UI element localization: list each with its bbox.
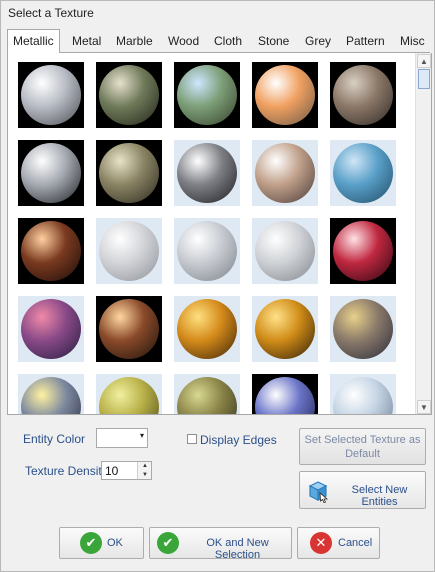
texture-thumbnail-frosted-silver-sphere[interactable] — [96, 218, 162, 284]
tab-misc[interactable]: Misc — [397, 32, 428, 53]
texture-thumbnail-mirror-chrome-sphere[interactable] — [18, 140, 84, 206]
display-edges-label: Display Edges — [200, 433, 277, 447]
cancel-button[interactable]: ✕ Cancel — [297, 527, 380, 559]
studio-orange-sphere — [255, 65, 315, 125]
scroll-thumb[interactable] — [418, 69, 430, 89]
check-icon: ✔ — [80, 532, 102, 554]
spin-down-icon[interactable]: ▼ — [138, 471, 152, 479]
texture-thumbnail-sky-landscape-sphere[interactable] — [174, 62, 240, 128]
tab-wood[interactable]: Wood — [165, 32, 202, 53]
red-horizon-sphere — [333, 221, 393, 281]
chevron-down-icon: ▾ — [139, 431, 144, 440]
tab-metal[interactable]: Metal — [69, 32, 104, 53]
tab-metallic[interactable]: Metallic — [7, 29, 60, 54]
olive-dark-sphere — [177, 377, 237, 414]
golden-sunset-sphere — [177, 299, 237, 359]
city-night-sphere — [99, 299, 159, 359]
texture-tab-bar: Metallic Metal Marble Wood Cloth Stone G… — [7, 29, 430, 54]
entity-color-dropdown[interactable]: ▾ — [96, 428, 148, 448]
display-edges-checkbox[interactable] — [187, 434, 197, 444]
vertical-scrollbar[interactable]: ▲ ▼ — [415, 53, 431, 414]
polished-silver-sphere — [177, 221, 237, 281]
scroll-up-arrow[interactable]: ▲ — [417, 54, 431, 68]
texture-thumbnail-polished-silver-sphere[interactable] — [174, 218, 240, 284]
texture-thumbnail-city-night-sphere[interactable] — [96, 296, 162, 362]
texture-thumbnail-night-glow-sphere[interactable] — [252, 374, 318, 414]
purple-pink-sphere — [21, 299, 81, 359]
texture-thumbnail-warm-room-sphere[interactable] — [96, 140, 162, 206]
dark-room-sphere — [333, 65, 393, 125]
gold-skyline-sphere — [255, 299, 315, 359]
entity-color-label: Entity Color — [23, 432, 86, 446]
texture-thumbnail-purple-pink-sphere[interactable] — [18, 296, 84, 362]
dusk-skyline-sphere — [21, 377, 81, 414]
texture-thumbnail-golden-sunset-sphere[interactable] — [174, 296, 240, 362]
texture-density-value: 10 — [105, 464, 119, 478]
texture-thumbnail-chrome-silver-sphere[interactable] — [18, 62, 84, 128]
texture-thumbnail-room-reflection-sphere[interactable] — [96, 62, 162, 128]
texture-thumbnail-pearl-silver-sphere[interactable] — [252, 218, 318, 284]
cube-select-icon — [308, 481, 329, 503]
olive-gold-sphere — [99, 377, 159, 414]
texture-dialog: Select a Texture Metallic Metal Marble W… — [0, 0, 435, 572]
texture-density-label: Texture Density — [25, 464, 108, 478]
texture-thumbnail-red-horizon-sphere[interactable] — [330, 218, 396, 284]
ok-new-selection-button[interactable]: ✔ OK and New Selection — [149, 527, 292, 561]
pale-sky-sphere — [333, 377, 393, 414]
tab-cloth[interactable]: Cloth — [211, 32, 245, 53]
texture-thumbnail-gold-skyline-sphere[interactable] — [252, 296, 318, 362]
warm-room-sphere — [99, 143, 159, 203]
texture-thumbnail-satin-silver-sphere[interactable] — [174, 140, 240, 206]
tab-grey[interactable]: Grey — [302, 32, 334, 53]
room-reflection-sphere — [99, 65, 159, 125]
texture-grid: ▲ ▼ — [7, 53, 432, 415]
blurred-gold-sphere — [333, 299, 393, 359]
dialog-title: Select a Texture — [8, 6, 94, 20]
texture-thumbnail-studio-orange-sphere[interactable] — [252, 62, 318, 128]
check-icon: ✔ — [157, 532, 179, 554]
texture-thumbnail-olive-gold-sphere[interactable] — [96, 374, 162, 414]
set-default-texture-label: Set Selected Texture as Default — [304, 434, 421, 460]
cancel-label: Cancel — [338, 537, 373, 549]
mirror-chrome-sphere — [21, 143, 81, 203]
spinner-buttons: ▲ ▼ — [137, 462, 151, 479]
ok-button[interactable]: ✔ OK — [59, 527, 144, 559]
copper-lights-sphere — [21, 221, 81, 281]
chrome-silver-sphere — [21, 65, 81, 125]
satin-silver-sphere — [177, 143, 237, 203]
texture-thumbnail-brushed-bronze-sphere[interactable] — [252, 140, 318, 206]
texture-thumbnail-pale-sky-sphere[interactable] — [330, 374, 396, 414]
spin-up-icon[interactable]: ▲ — [138, 462, 152, 470]
blue-steel-sphere — [333, 143, 393, 203]
texture-thumbnail-dusk-skyline-sphere[interactable] — [18, 374, 84, 414]
texture-density-spinner[interactable]: 10 ▲ ▼ — [101, 461, 152, 480]
scroll-down-arrow[interactable]: ▼ — [417, 400, 431, 414]
texture-thumbnail-copper-lights-sphere[interactable] — [18, 218, 84, 284]
close-icon: ✕ — [310, 532, 332, 554]
tab-marble[interactable]: Marble — [113, 32, 156, 53]
texture-thumbnail-blurred-gold-sphere[interactable] — [330, 296, 396, 362]
tab-stone[interactable]: Stone — [255, 32, 292, 53]
pearl-silver-sphere — [255, 221, 315, 281]
sky-landscape-sphere — [177, 65, 237, 125]
brushed-bronze-sphere — [255, 143, 315, 203]
texture-thumbnail-dark-room-sphere[interactable] — [330, 62, 396, 128]
night-glow-sphere — [255, 377, 315, 414]
select-new-entities-button[interactable]: Select New Entities — [299, 471, 426, 509]
set-default-texture-button[interactable]: Set Selected Texture as Default — [299, 428, 426, 465]
select-new-entities-label: Select New Entities — [351, 484, 408, 508]
tab-pattern[interactable]: Pattern — [343, 32, 388, 53]
ok-label: OK — [107, 537, 123, 549]
frosted-silver-sphere — [99, 221, 159, 281]
texture-thumbnail-blue-steel-sphere[interactable] — [330, 140, 396, 206]
ok-new-selection-label: OK and New Selection — [206, 537, 269, 561]
texture-thumbnail-olive-dark-sphere[interactable] — [174, 374, 240, 414]
